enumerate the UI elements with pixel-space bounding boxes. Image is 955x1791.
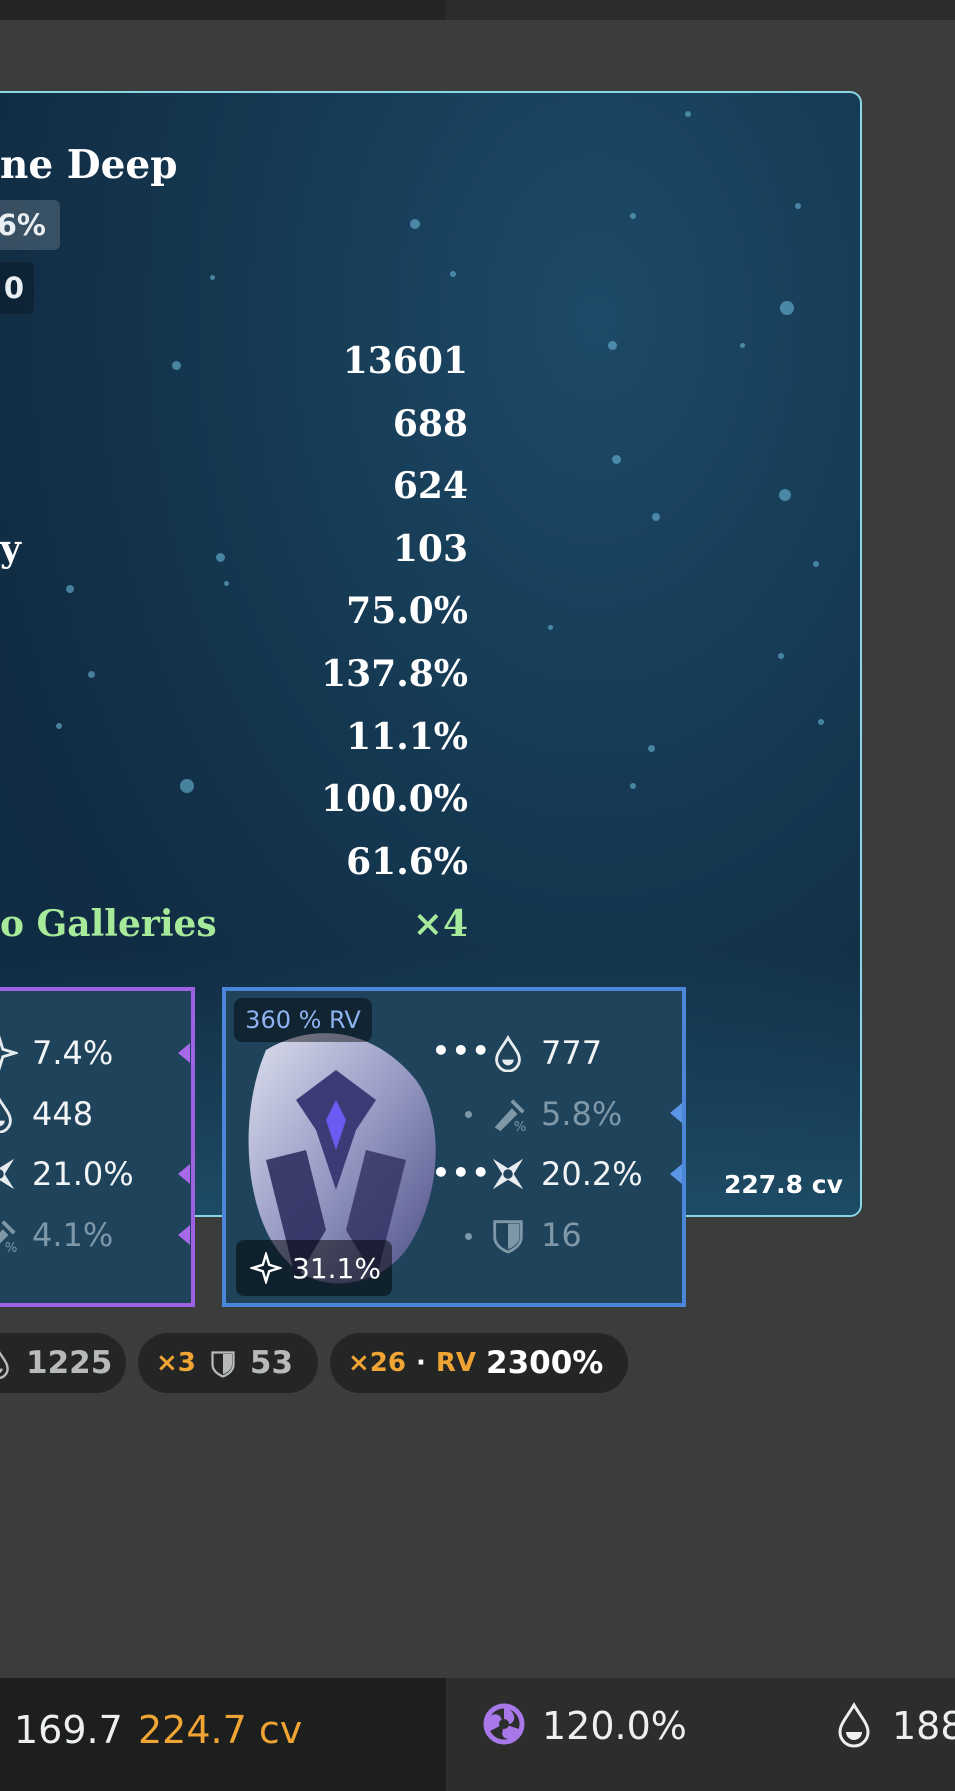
stat-value: 13601 xyxy=(342,340,468,382)
crit-damage-icon xyxy=(492,1158,524,1190)
crit-rate-icon xyxy=(0,1035,18,1071)
stat-row-healing: 11.1% xyxy=(0,716,468,766)
stat-row-crit-dmg: 137.8% xyxy=(0,653,468,703)
substat-value: 5.8% xyxy=(541,1095,623,1133)
substat-row: % 5.8% xyxy=(489,1093,622,1135)
substat-row: % 4.1% xyxy=(0,1214,113,1256)
roll-dot-icon xyxy=(465,1111,472,1118)
svg-text:%: % xyxy=(5,1241,18,1254)
substat-value: 4.1% xyxy=(32,1216,114,1254)
weapon-level-chip: 0 xyxy=(0,262,34,314)
svg-text:%: % xyxy=(514,1120,527,1133)
substat-row: 21.0% xyxy=(0,1153,134,1195)
stat-value: 100.0% xyxy=(321,778,468,820)
substat-value: 448 xyxy=(32,1095,94,1133)
substat-row: 20.2% xyxy=(489,1153,643,1195)
pill-value: 53 xyxy=(249,1345,294,1381)
stat-label: y xyxy=(0,528,21,570)
roll-marker xyxy=(178,1225,190,1245)
roll-dots-icon: ••• xyxy=(432,1156,492,1189)
pill-count: ×3 xyxy=(156,1348,196,1378)
roll-marker xyxy=(178,1043,190,1063)
substat-value: 20.2% xyxy=(541,1155,643,1193)
weapon-name: ne Deep xyxy=(0,142,178,188)
roll-dot-icon xyxy=(465,1233,472,1240)
bottom-percent: 120.0% xyxy=(542,1704,687,1748)
stat-value: 103 xyxy=(392,528,468,570)
stat-value: 137.8% xyxy=(321,653,468,695)
roll-dots-icon: ••• xyxy=(432,1034,492,1067)
attack-percent-icon: % xyxy=(494,1099,527,1133)
stat-row-mastery: y 103 xyxy=(0,528,468,578)
stat-row-energy-recharge: 100.0% xyxy=(0,778,468,828)
rv-badge: 360 % RV xyxy=(234,998,372,1042)
substat-value: 21.0% xyxy=(32,1155,134,1193)
set-count: ×4 xyxy=(412,903,468,945)
pill-label: RV xyxy=(435,1348,477,1378)
main-stat-badge: 31.1% xyxy=(236,1240,392,1296)
stat-value: 61.6% xyxy=(346,841,468,883)
hydro-elemental-mastery-icon xyxy=(0,1351,9,1379)
substat-row: 7.4% xyxy=(0,1032,113,1074)
stat-row-hp: 13601 xyxy=(0,340,468,390)
hydro-elemental-mastery-icon xyxy=(0,1097,12,1133)
cv-total: 227.8 cv xyxy=(724,1170,843,1199)
main-stat-value: 31.1% xyxy=(292,1251,381,1285)
stat-row-crit-rate: 75.0% xyxy=(0,590,468,640)
summary-pill-mastery: 1225 xyxy=(0,1333,126,1393)
roll-marker xyxy=(178,1164,190,1184)
substat-value: 16 xyxy=(541,1216,582,1254)
attack-percent-icon: % xyxy=(0,1220,18,1254)
top-strip-left xyxy=(0,0,446,20)
crit-damage-icon xyxy=(0,1158,15,1190)
roll-marker xyxy=(670,1164,682,1184)
hydro-elemental-mastery-icon xyxy=(838,1702,870,1748)
stat-value: 688 xyxy=(392,403,468,445)
hydro-elemental-mastery-icon xyxy=(495,1035,521,1072)
electro-icon xyxy=(483,1703,525,1745)
defense-icon xyxy=(211,1351,235,1378)
stat-value: 11.1% xyxy=(346,716,468,758)
roll-marker xyxy=(670,1103,682,1123)
stat-row-set-bonus: o Galleries ×4 xyxy=(0,903,468,953)
stat-row-def: 624 xyxy=(0,465,468,515)
substat-value: 7.4% xyxy=(32,1034,114,1072)
substat-value: 777 xyxy=(541,1034,603,1072)
bottom-value: 169.7 xyxy=(14,1708,123,1752)
summary-pill-defense: ×3 53 xyxy=(138,1333,318,1393)
pill-value: 2300% xyxy=(486,1345,604,1381)
pill-separator: · xyxy=(415,1348,426,1378)
stat-row-hydro-dmg: 61.6% xyxy=(0,841,468,891)
pill-count: ×26 xyxy=(348,1348,406,1378)
bottom-cv: 224.7 cv xyxy=(138,1708,303,1752)
substat-row: 448 xyxy=(0,1093,93,1135)
crit-rate-icon xyxy=(250,1252,282,1284)
defense-icon xyxy=(493,1220,523,1254)
stat-value: 624 xyxy=(392,465,468,507)
top-strip-right xyxy=(446,0,955,20)
summary-pill-rv: ×26 · RV 2300% xyxy=(330,1333,628,1393)
stat-row-atk: 688 xyxy=(0,403,468,453)
pill-value: 1225 xyxy=(26,1345,113,1381)
set-name: o Galleries xyxy=(0,903,217,945)
substat-row: 777 xyxy=(489,1032,602,1074)
weapon-refine-chip: 6% xyxy=(0,200,60,250)
stat-value: 75.0% xyxy=(346,590,468,632)
substat-row: 16 xyxy=(489,1214,582,1256)
bottom-value-right: 188 xyxy=(892,1704,955,1748)
